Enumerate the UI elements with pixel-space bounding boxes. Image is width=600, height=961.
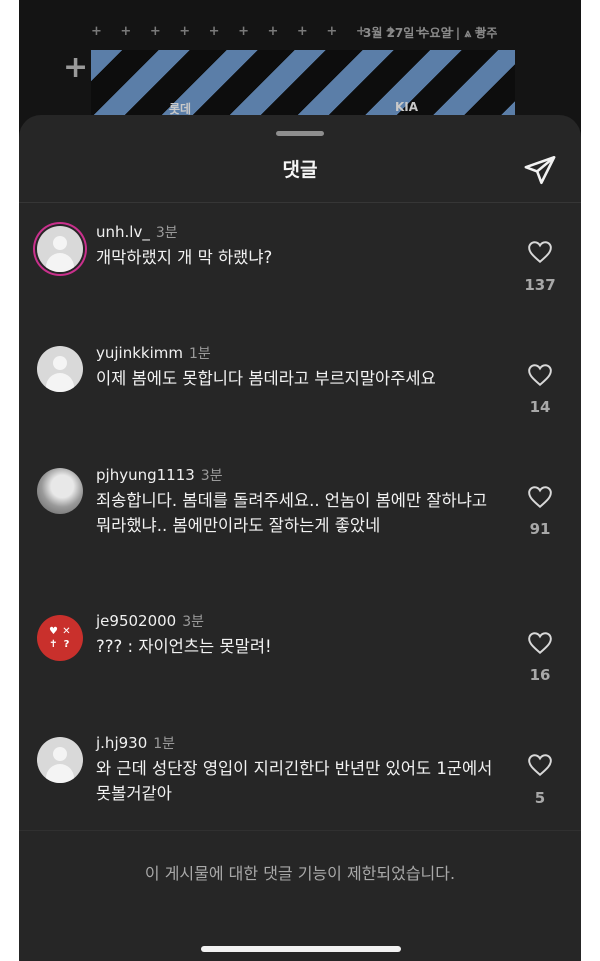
comment-text: 죄송합니다. 봄데를 돌려주세요.. 언놈이 봄에만 잘하냐고 뭐라했냐.. 봄… <box>96 491 488 535</box>
comments-sheet: 댓글 unh.lv_ 3분 개막하랬지 개 막 하랬냐? 137 yujinkk… <box>19 115 581 961</box>
avatar-icon-grid: ♥ ✕ ✝ ? <box>47 625 73 651</box>
comment-text: 개막하랬지 개 막 하랬냐? <box>96 248 273 267</box>
username-text[interactable]: pjhyung1113 <box>96 466 195 484</box>
heart-glyph-icon: ♥ <box>49 626 58 637</box>
like-count: 137 <box>524 276 556 294</box>
heart-icon[interactable] <box>527 240 553 264</box>
comment-text: 이제 봄에도 못합니다 봄데라고 부르지말아주세요 <box>96 369 436 388</box>
avatar[interactable] <box>37 226 83 272</box>
comment-username[interactable]: j.hj930 1분 <box>96 733 175 753</box>
question-glyph-icon: ? <box>63 639 70 650</box>
avatar[interactable] <box>37 737 83 783</box>
phone-screen: + + + + + + + + + + + + + + 3월 27일 수요일 |… <box>19 0 581 961</box>
background-banner-word-right: KIA <box>395 100 419 114</box>
username-text[interactable]: yujinkkimm <box>96 344 183 362</box>
like-count: 5 <box>534 789 546 807</box>
comment-time: 3분 <box>155 225 178 241</box>
comment-time: 3분 <box>200 468 223 484</box>
like-count: 14 <box>529 398 551 416</box>
background-date-text: 3월 27일 수요일 | ⩓ 광주 <box>363 26 498 40</box>
avatar[interactable] <box>37 468 83 514</box>
comment-time: 3분 <box>182 614 204 630</box>
heart-icon[interactable] <box>527 485 553 509</box>
username-text[interactable]: j.hj930 <box>96 734 147 752</box>
comment-username[interactable]: unh.lv_ 3분 <box>96 222 178 242</box>
avatar[interactable] <box>37 346 83 392</box>
like-count: 16 <box>529 666 551 684</box>
sheet-grabber[interactable] <box>276 131 324 136</box>
close-glyph-icon: ✕ <box>62 626 71 637</box>
comment-username[interactable]: yujinkkimm 1분 <box>96 343 211 363</box>
background-post: + + + + + + + + + + + + + + 3월 27일 수요일 |… <box>19 0 581 130</box>
footer-divider <box>19 830 581 831</box>
like-count: 91 <box>529 520 551 538</box>
home-indicator[interactable] <box>201 946 401 952</box>
username-text[interactable]: unh.lv_ <box>96 223 150 241</box>
heart-icon[interactable] <box>527 631 553 655</box>
send-icon[interactable] <box>523 153 557 187</box>
comment-text: ??? : 자이언츠는 못말려! <box>96 637 272 656</box>
comment-time: 1분 <box>189 346 211 362</box>
heart-icon[interactable] <box>527 363 553 387</box>
comment-username[interactable]: je9502000 3분 <box>96 611 204 631</box>
comment-text: 와 근데 성단장 영입이 지리긴한다 반년만 있어도 1군에서 못볼거같아 <box>96 759 493 803</box>
comment-time: 1분 <box>153 736 176 752</box>
heart-icon[interactable] <box>527 753 553 777</box>
header-divider <box>19 202 581 203</box>
avatar[interactable]: ♥ ✕ ✝ ? <box>37 615 83 661</box>
comments-restricted-notice: 이 게시물에 대한 댓글 기능이 제한되었습니다. <box>144 864 456 883</box>
username-text[interactable]: je9502000 <box>96 612 176 630</box>
background-plus-icon: + <box>63 50 89 85</box>
sheet-title: 댓글 <box>282 159 318 181</box>
comment-username[interactable]: pjhyung1113 3분 <box>96 465 223 485</box>
cross-glyph-icon: ✝ <box>49 639 58 650</box>
